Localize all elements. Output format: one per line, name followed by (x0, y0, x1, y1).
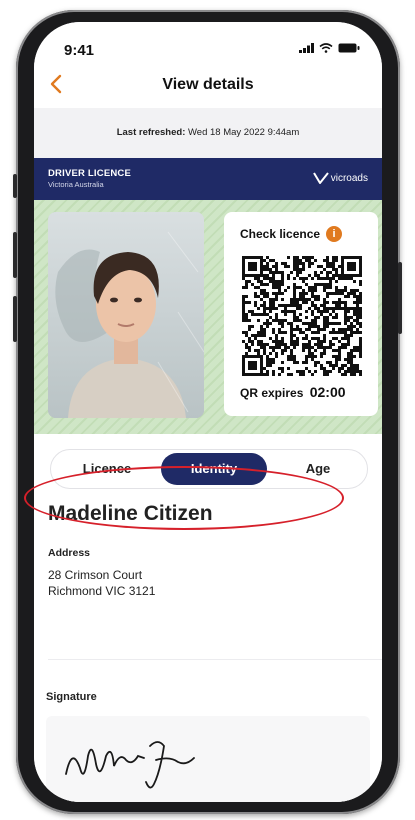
licence-type: DRIVER LICENCE (48, 168, 132, 179)
status-time: 9:41 (64, 42, 95, 59)
licence-card: Check licence i QR expires 02:00 (34, 200, 382, 434)
details-section: Licence Identity Age Madeline Citizen Ad… (34, 434, 382, 802)
phone-screen: 9:41 View details Last refreshed: Wed 18… (34, 22, 382, 802)
tab-licence[interactable]: Licence (61, 453, 153, 485)
licence-photo (48, 212, 204, 418)
silent-switch (13, 174, 17, 198)
volume-down-button (13, 296, 17, 342)
last-refreshed: Last refreshed: Wed 18 May 2022 9:44am (34, 108, 382, 158)
signature-image (65, 741, 195, 789)
qr-code[interactable] (241, 256, 363, 376)
wifi-icon (319, 43, 333, 53)
address-label: Address (48, 547, 91, 559)
check-licence-heading[interactable]: Check licence i (240, 226, 343, 242)
address-line-2: Richmond VIC 3121 (48, 584, 156, 598)
tab-identity[interactable]: Identity (161, 453, 267, 485)
nav-bar: View details (34, 70, 382, 108)
address-line-1: 28 Crimson Court (48, 568, 143, 582)
vicroads-logo: vicroads (312, 172, 368, 184)
signature-label: Signature (46, 691, 97, 703)
info-icon[interactable]: i (326, 226, 343, 242)
last-refreshed-value: Wed 18 May 2022 9:44am (188, 127, 300, 138)
portrait-image (48, 212, 204, 418)
qr-expiry-label: QR expires (240, 386, 304, 400)
signature-box (46, 716, 370, 802)
volume-up-button (13, 232, 17, 278)
signal-icon (299, 43, 314, 53)
segmented-tabs: Licence Identity Age (50, 449, 368, 489)
vicroads-brand: vicroads (330, 172, 368, 184)
check-licence-label: Check licence (240, 227, 321, 241)
power-button (398, 262, 402, 334)
qr-panel: Check licence i QR expires 02:00 (224, 212, 378, 416)
licence-banner: DRIVER LICENCE Victoria Australia vicroa… (34, 158, 382, 200)
page-title: View details (162, 76, 254, 93)
section-divider (48, 659, 382, 660)
status-icons (299, 43, 360, 53)
vicroads-mark-icon (312, 172, 329, 184)
holder-name: Madeline Citizen (48, 502, 213, 525)
status-bar: 9:41 (34, 22, 382, 70)
licence-issuer: Victoria Australia (48, 180, 104, 189)
tab-age[interactable]: Age (277, 453, 359, 485)
last-refreshed-label: Last refreshed: (116, 127, 186, 138)
qr-expiry-countdown: 02:00 (309, 384, 346, 400)
qr-expiry: QR expires 02:00 (240, 384, 346, 400)
battery-icon (338, 43, 360, 53)
